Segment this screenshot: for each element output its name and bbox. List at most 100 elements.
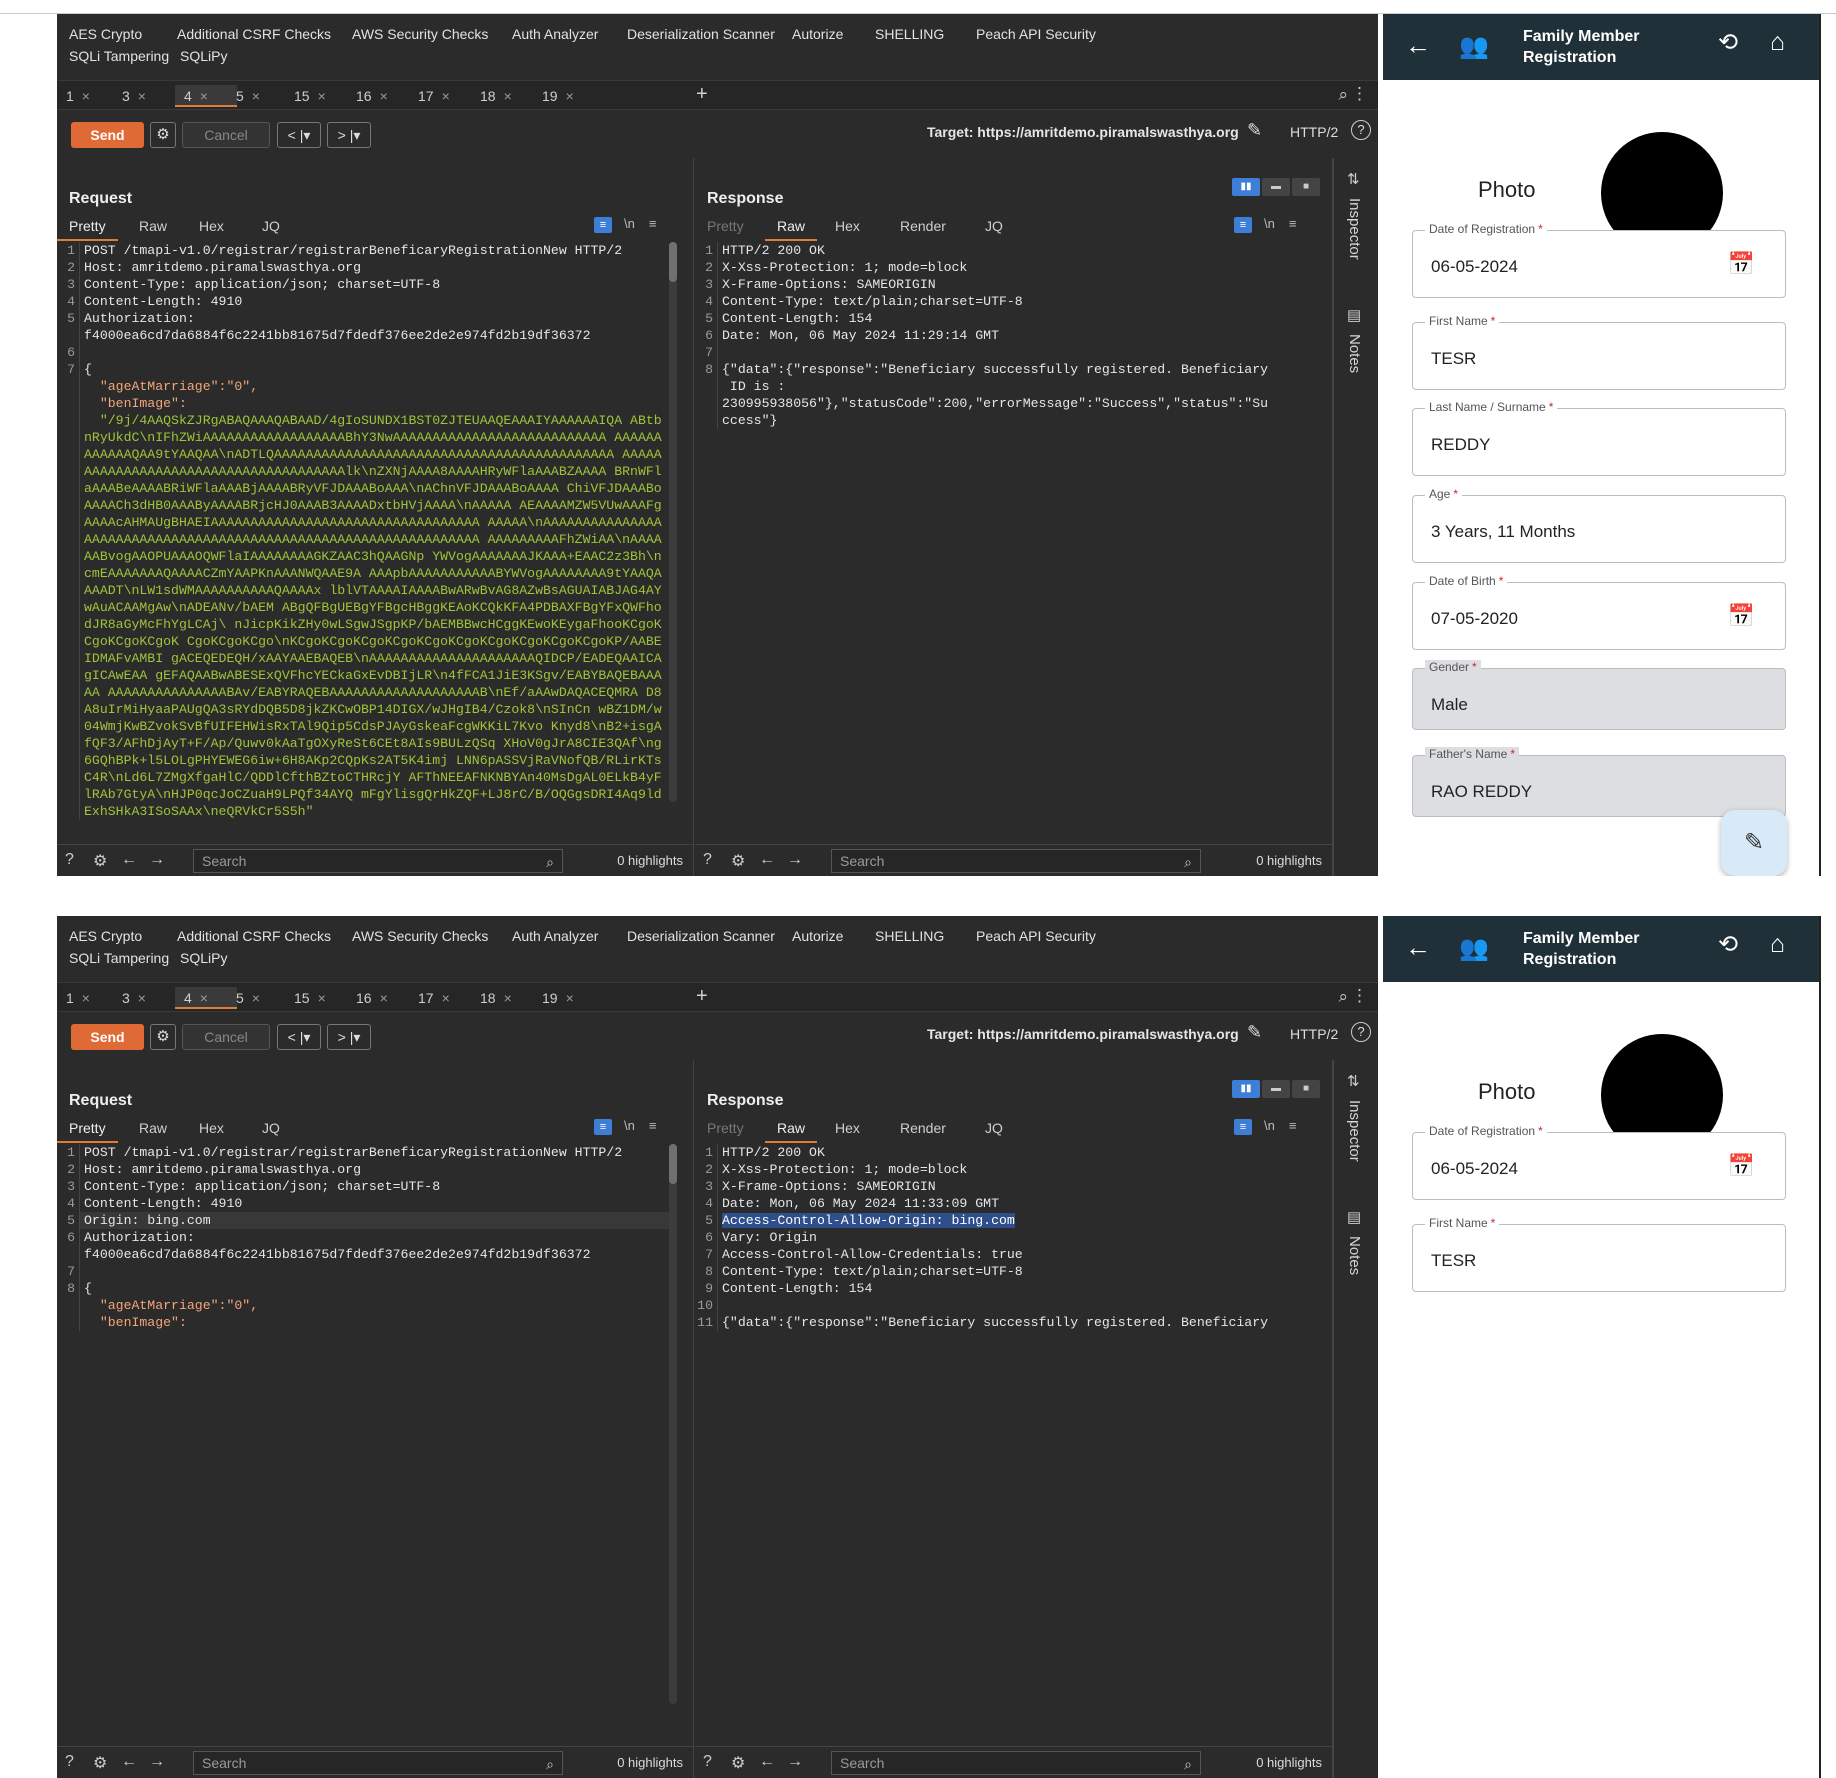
history-back-button[interactable]: < |▾ [277,122,321,148]
history-forward-button[interactable]: > |▾ [327,122,371,148]
wrap-lines-icon[interactable]: ≡ [594,1119,612,1135]
target-url[interactable]: Target: https://amritdemo.piramalswasthy… [927,1026,1239,1042]
add-tab-icon[interactable]: + [696,985,708,1008]
repeater-tab[interactable]: 5 × [227,987,289,1009]
help-icon[interactable]: ? [703,1753,712,1771]
search-icon[interactable]: ⌕ [1338,987,1348,1007]
response-search-input[interactable]: Search ⌕ [831,1751,1201,1775]
notes-icon[interactable]: ▤ [1347,1208,1361,1226]
tab-raw[interactable]: Raw [139,218,167,234]
form-field-date-of-registration[interactable]: Date of Registration * 06-05-2024 📅 [1412,1124,1786,1200]
sync-icon[interactable]: ⟲ [1718,28,1738,57]
previous-icon[interactable]: ← [759,1753,775,1771]
back-arrow-icon[interactable]: ← [1405,932,1431,963]
form-field-father-s-name[interactable]: Father's Name * RAO REDDY [1412,747,1786,817]
tab-pretty[interactable]: Pretty [57,218,118,241]
target-url[interactable]: Target: https://amritdemo.piramalswasthy… [927,124,1239,140]
tab-jq[interactable]: JQ [262,218,280,234]
form-field-first-name[interactable]: First Name * TESR [1412,314,1786,390]
cancel-button[interactable]: Cancel [182,1024,270,1050]
close-icon[interactable]: × [200,990,208,1006]
newline-toggle[interactable]: \n [1264,216,1275,231]
tab-render[interactable]: Render [900,218,946,234]
settings-icon[interactable]: ⚙ [731,1753,745,1773]
calendar-icon[interactable]: 📅 [1728,603,1755,629]
layout-stacked-icon[interactable]: ▬ [1262,178,1290,196]
close-icon[interactable]: × [380,990,388,1006]
tab-hex[interactable]: Hex [199,218,224,234]
close-icon[interactable]: × [318,88,326,104]
more-options-icon[interactable]: ⋮ [1351,84,1368,104]
extension-tab-aes-crypto[interactable]: AES Crypto [69,928,142,944]
help-icon[interactable]: ? [1351,1022,1371,1042]
settings-gear-icon[interactable]: ⚙ [150,1024,176,1050]
help-icon[interactable]: ? [1351,120,1371,140]
repeater-tab[interactable]: 15 × [285,85,347,107]
notes-icon[interactable]: ▤ [1347,306,1361,324]
settings-icon[interactable]: ⚙ [93,1753,107,1773]
repeater-tab[interactable]: 15 × [285,987,347,1009]
next-icon[interactable]: → [787,1753,803,1771]
repeater-tab[interactable]: 19 × [533,85,595,107]
wrap-lines-icon[interactable]: ≡ [1234,217,1252,233]
history-back-button[interactable]: < |▾ [277,1024,321,1050]
calendar-icon[interactable]: 📅 [1728,1153,1755,1179]
repeater-tab[interactable]: 16 × [347,987,409,1009]
tab-hex[interactable]: Hex [835,1120,860,1136]
tab-raw[interactable]: Raw [765,1120,818,1143]
tab-pretty[interactable]: Pretty [707,218,744,234]
extension-tab-shelling[interactable]: SHELLING [875,26,944,42]
inspector-label[interactable]: Inspector [1346,198,1363,260]
response-editor[interactable]: 1 HTTP/2 200 OK 2 X-Xss-Protection: 1; mode… [695,1144,1332,1744]
close-icon[interactable]: × [82,990,90,1006]
sync-icon[interactable]: ⟲ [1718,930,1738,959]
scrollbar-thumb[interactable] [669,1144,677,1184]
tab-render[interactable]: Render [900,1120,946,1136]
menu-icon[interactable]: ≡ [649,1118,657,1133]
form-field-first-name[interactable]: First Name * TESR [1412,1216,1786,1292]
inspector-icon[interactable]: ⇅ [1347,1072,1360,1090]
layout-side-by-side-icon[interactable]: ▮▮ [1232,1080,1260,1098]
layout-side-by-side-icon[interactable]: ▮▮ [1232,178,1260,196]
close-icon[interactable]: × [442,990,450,1006]
close-icon[interactable]: × [442,88,450,104]
http-version[interactable]: HTTP/2 [1290,1026,1338,1042]
repeater-tab[interactable]: 3 × [113,987,175,1009]
tab-jq[interactable]: JQ [985,218,1003,234]
extension-tab-auth-analyzer[interactable]: Auth Analyzer [512,26,598,42]
request-editor[interactable]: 1 POST /tmapi-v1.0/registrar/registrarBen… [57,1144,693,1744]
home-icon[interactable]: ⌂ [1770,28,1785,57]
help-icon[interactable]: ? [65,1753,74,1771]
notes-label[interactable]: Notes [1346,1236,1363,1275]
close-icon[interactable]: × [504,88,512,104]
search-icon[interactable]: ⌕ [1338,85,1348,105]
request-editor[interactable]: 1 POST /tmapi-v1.0/registrar/registrarBen… [57,242,693,842]
close-icon[interactable]: × [200,88,208,104]
cancel-button[interactable]: Cancel [182,122,270,148]
tab-raw[interactable]: Raw [765,218,818,241]
repeater-tab[interactable]: 3 × [113,85,175,107]
menu-icon[interactable]: ≡ [649,216,657,231]
repeater-tab[interactable]: 17 × [409,987,471,1009]
next-icon[interactable]: → [149,1753,165,1771]
send-button[interactable]: Send [71,1024,144,1050]
extension-tab-aws-security-checks[interactable]: AWS Security Checks [352,26,488,42]
more-options-icon[interactable]: ⋮ [1351,986,1368,1006]
scrollbar-thumb[interactable] [669,242,677,282]
response-editor[interactable]: 1 HTTP/2 200 OK 2 X-Xss-Protection: 1; mode… [695,242,1332,842]
layout-single-icon[interactable]: ■ [1292,178,1320,196]
close-icon[interactable]: × [252,88,260,104]
history-forward-button[interactable]: > |▾ [327,1024,371,1050]
tab-hex[interactable]: Hex [199,1120,224,1136]
repeater-tab[interactable]: 1 × [57,85,119,107]
close-icon[interactable]: × [318,990,326,1006]
next-icon[interactable]: → [787,851,803,869]
inspector-label[interactable]: Inspector [1346,1100,1363,1162]
repeater-tab[interactable]: 19 × [533,987,595,1009]
help-icon[interactable]: ? [703,851,712,869]
settings-icon[interactable]: ⚙ [93,851,107,871]
close-icon[interactable]: × [138,990,146,1006]
newline-toggle[interactable]: \n [624,1118,635,1133]
wrap-lines-icon[interactable]: ≡ [594,217,612,233]
extension-tab-sqli-tampering[interactable]: SQLi Tampering [69,950,169,966]
